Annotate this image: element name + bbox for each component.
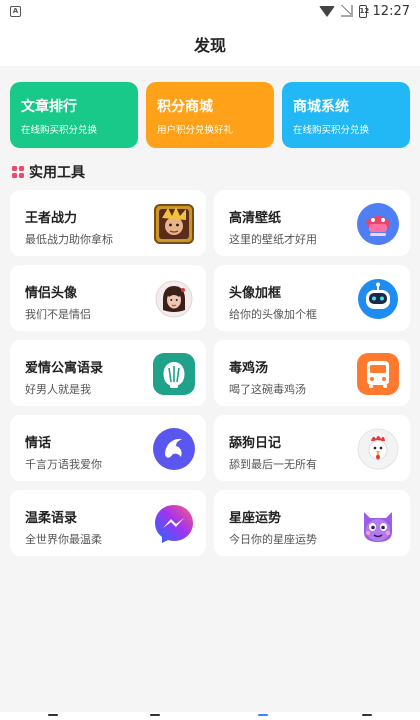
tool-card-ipartment-quotes[interactable]: 爱情公寓语录 好男人就是我 [10, 340, 206, 406]
banner-mall-system[interactable]: 商城系统 在线购买积分兑换 [282, 82, 410, 148]
tool-card-love-words[interactable]: 情话 千言万语我爱你 [10, 415, 206, 481]
tool-card-hd-wallpaper[interactable]: 高清壁纸 这里的壁纸才好用 [214, 190, 410, 256]
couple-avatar-icon [152, 277, 196, 321]
grid-icon [12, 166, 24, 178]
tab-indicator-icon[interactable] [258, 714, 268, 716]
notification-icon: A [10, 5, 21, 17]
status-bar: A 12 12:27 [0, 0, 420, 22]
tool-card-simp-diary[interactable]: 舔狗日记 舔到最后一无所有 [214, 415, 410, 481]
tool-card-gentle-quotes[interactable]: 温柔语录 全世界你最温柔 [10, 490, 206, 556]
banner-subtitle: 在线购买积分兑换 [293, 125, 370, 136]
messenger-icon [152, 502, 196, 546]
banner-row: 文章排行 在线购买积分兑换 积分商城 用户积分兑换好礼 商城系统 在线购买积分兑… [10, 82, 410, 148]
tab-indicator-icon[interactable] [48, 714, 58, 716]
section-title: 实用工具 [29, 165, 85, 181]
banner-title: 商城系统 [293, 99, 349, 115]
status-left: A [10, 5, 21, 17]
status-right: 12 12:27 [318, 3, 410, 19]
wifi-icon [318, 5, 335, 17]
tool-card-poison-soup[interactable]: 毒鸡汤 喝了这碗毒鸡汤 [214, 340, 410, 406]
tools-grid: 王者战力 最低战力助你拿标 高清壁纸 这里的壁纸才好用 情侣头像 我们不是情侣 … [10, 190, 410, 556]
shell-icon [152, 352, 196, 396]
no-signal-icon [340, 5, 353, 17]
banner-points-mall[interactable]: 积分商城 用户积分兑换好礼 [146, 82, 274, 148]
banner-title: 积分商城 [157, 99, 213, 115]
tool-card-king-power[interactable]: 王者战力 最低战力助你拿标 [10, 190, 206, 256]
banner-subtitle: 用户积分兑换好礼 [157, 125, 234, 136]
tool-card-avatar-frame[interactable]: 头像加框 给你的头像加个框 [214, 265, 410, 331]
robot-frame-icon [356, 277, 400, 321]
dolphin-icon [152, 427, 196, 471]
cat-monster-icon [356, 502, 400, 546]
hero-avatar-icon [152, 202, 196, 246]
banner-article-ranking[interactable]: 文章排行 在线购买积分兑换 [10, 82, 138, 148]
bottom-tab-bar [0, 712, 420, 720]
tab-indicator-icon[interactable] [150, 714, 160, 716]
battery-icon: 12 [358, 4, 369, 18]
wallpaper-icon [356, 202, 400, 246]
banner-subtitle: 在线购买积分兑换 [21, 125, 98, 136]
page-header: 发现 [0, 22, 420, 66]
section-heading: 实用工具 [12, 162, 85, 182]
page-title: 发现 [193, 36, 226, 55]
banner-title: 文章排行 [21, 99, 77, 115]
rooster-icon [356, 427, 400, 471]
tool-card-horoscope[interactable]: 星座运势 今日你的星座运势 [214, 490, 410, 556]
tab-indicator-icon[interactable] [362, 714, 372, 716]
bus-icon [356, 352, 400, 396]
status-time: 12:27 [372, 3, 410, 19]
tool-card-couple-avatar[interactable]: 情侣头像 我们不是情侣 [10, 265, 206, 331]
